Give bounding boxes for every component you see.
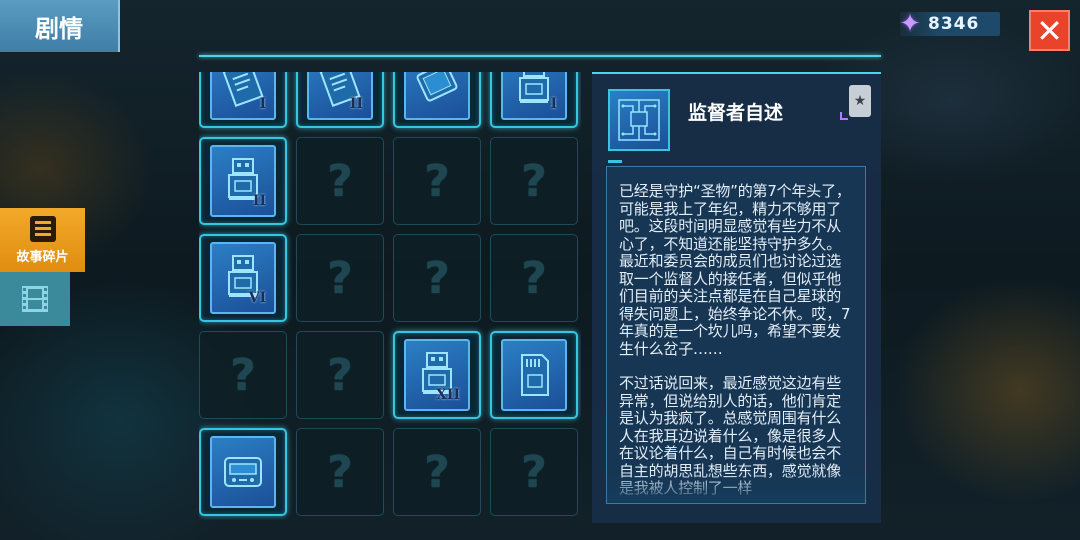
fragment-cell-unlocked[interactable]: VI	[199, 234, 287, 322]
story-fragments-icon	[29, 215, 56, 242]
fragment-card: II	[210, 145, 276, 217]
question-mark-icon: ?	[424, 155, 450, 207]
question-mark-icon: ?	[521, 252, 547, 304]
sd-card-icon	[521, 354, 549, 396]
purple-star-gem-icon: ✦	[899, 9, 921, 39]
fragment-cell-unlocked[interactable]	[199, 428, 287, 516]
question-mark-icon: ?	[327, 446, 353, 498]
fragment-cell-locked[interactable]: ?	[393, 137, 481, 225]
fragment-cell-unlocked[interactable]	[490, 331, 578, 419]
fragment-numeral: I	[259, 96, 266, 112]
fragment-card	[501, 339, 567, 411]
film-icon	[22, 286, 48, 312]
question-mark-icon: ?	[424, 252, 450, 304]
fragment-numeral: II	[252, 193, 266, 209]
fragment-card: XII	[404, 339, 470, 411]
detail-text-scroll[interactable]: 已经是守护“圣物”的第7个年头了，可能是我上了年纪，精力不够用了吧。这段时间明显…	[606, 166, 866, 504]
question-mark-icon: ?	[521, 155, 547, 207]
tablet-icon	[416, 72, 458, 102]
fragment-numeral: XII	[436, 387, 460, 403]
question-mark-icon: ?	[230, 349, 256, 401]
page-title: 剧情	[0, 0, 120, 52]
fragment-numeral: II	[349, 96, 363, 112]
question-mark-icon: ?	[327, 155, 353, 207]
fragment-cell-unlocked[interactable]: I	[199, 72, 287, 128]
question-mark-icon: ?	[521, 446, 547, 498]
fragment-cell-locked[interactable]: ?	[296, 234, 384, 322]
fragment-card: I	[501, 72, 567, 120]
tab-video[interactable]	[0, 272, 70, 326]
fragment-grid-viewport[interactable]: I II I II??? VI????? XII???	[199, 72, 581, 520]
circuit-board-icon	[608, 89, 670, 151]
close-icon: ✕	[1036, 11, 1063, 50]
fragment-cell-locked[interactable]: ?	[490, 428, 578, 516]
fragment-card	[210, 436, 276, 508]
close-button[interactable]: ✕	[1029, 10, 1070, 51]
tab-story-fragments[interactable]: 故事碎片	[0, 208, 85, 272]
fragment-cell-unlocked[interactable]	[393, 72, 481, 128]
fragment-cell-locked[interactable]: ?	[393, 234, 481, 322]
detail-title: 监督者自述	[688, 102, 784, 124]
tab-story-fragments-label: 故事碎片	[16, 249, 69, 265]
fragment-cell-unlocked[interactable]: I	[490, 72, 578, 128]
fragment-grid: I II I II??? VI????? XII???	[199, 72, 578, 516]
question-mark-icon: ?	[424, 446, 450, 498]
header-divider	[199, 55, 881, 57]
fragment-cell-locked[interactable]: ?	[393, 428, 481, 516]
icon-underline	[608, 160, 622, 163]
fragment-numeral: I	[550, 96, 557, 112]
detail-paragraph-1: 已经是守护“圣物”的第7个年头了，可能是我上了年纪，精力不够用了吧。这段时间明显…	[619, 182, 851, 358]
detail-panel: 监督者自述 ★ 已经是守护“圣物”的第7个年头了，可能是我上了年纪，精力不够用了…	[592, 72, 881, 523]
fragment-card: VI	[210, 242, 276, 314]
question-mark-icon: ?	[327, 349, 353, 401]
fragment-card: II	[307, 72, 373, 120]
page-title-label: 剧情	[35, 14, 83, 43]
text-fade	[607, 473, 865, 503]
fragment-cell-locked[interactable]: ?	[490, 234, 578, 322]
device-icon	[224, 457, 262, 487]
fragment-cell-unlocked[interactable]: XII	[393, 331, 481, 419]
fragment-numeral: VI	[248, 290, 266, 306]
fragment-cell-locked[interactable]: ?	[296, 428, 384, 516]
fragment-cell-locked[interactable]: ?	[199, 331, 287, 419]
fragment-card: I	[210, 72, 276, 120]
fragment-cell-unlocked[interactable]: II	[296, 72, 384, 128]
question-mark-icon: ?	[327, 252, 353, 304]
fragment-cell-locked[interactable]: ?	[490, 137, 578, 225]
fragment-card	[404, 72, 470, 120]
star-badge-icon[interactable]: ★	[849, 85, 871, 117]
badge-corner-decoration	[840, 112, 848, 120]
fragment-cell-unlocked[interactable]: II	[199, 137, 287, 225]
fragment-cell-locked[interactable]: ?	[296, 331, 384, 419]
fragment-cell-locked[interactable]: ?	[296, 137, 384, 225]
currency-amount: 8346	[928, 14, 980, 34]
